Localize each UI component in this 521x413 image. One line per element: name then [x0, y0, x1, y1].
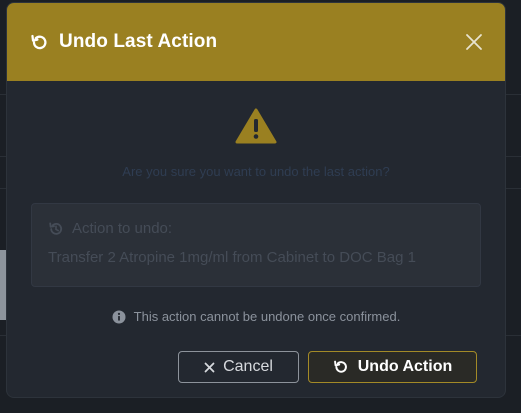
history-icon: [48, 221, 64, 237]
undo-action-label: Undo Action: [357, 358, 453, 375]
cancel-button[interactable]: Cancel: [178, 351, 299, 383]
dialog-footer: Cancel Undo Action: [7, 351, 505, 383]
irreversible-note: This action cannot be undone once confir…: [31, 309, 481, 324]
action-summary-box: Action to undo: Transfer 2 Atropine 1mg/…: [31, 203, 481, 287]
dialog-body: Are you sure you want to undo the last a…: [7, 108, 505, 324]
dialog-title: Undo Last Action: [59, 31, 218, 52]
confirm-message: Are you sure you want to undo the last a…: [122, 164, 390, 179]
undo-icon: [333, 359, 349, 375]
warning-triangle-icon: [235, 108, 277, 144]
undo-icon: [29, 32, 49, 52]
undo-action-button[interactable]: Undo Action: [308, 351, 477, 383]
undo-dialog: Undo Last Action Are you sure you want t…: [6, 2, 506, 398]
times-icon: [204, 362, 215, 373]
close-icon[interactable]: [463, 31, 485, 53]
cancel-label: Cancel: [223, 358, 273, 375]
dialog-header: Undo Last Action: [7, 3, 505, 81]
info-circle-icon: [112, 310, 126, 324]
action-description: Transfer 2 Atropine 1mg/ml from Cabinet …: [48, 249, 416, 266]
note-text: This action cannot be undone once confir…: [133, 309, 401, 324]
action-label: Action to undo:: [72, 220, 173, 237]
